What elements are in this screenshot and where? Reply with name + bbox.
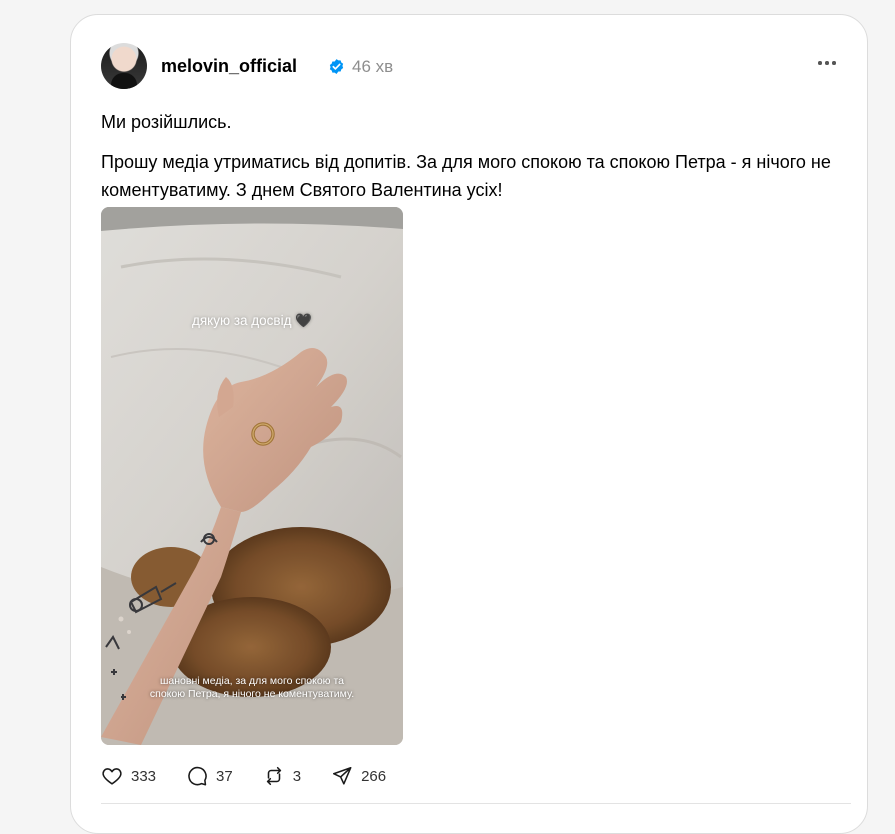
- repost-count: 3: [292, 767, 302, 785]
- photo-illustration: [101, 207, 403, 745]
- username[interactable]: melovin_official: [161, 56, 297, 77]
- post-text-body: Прошу медіа утриматись від допитів. За д…: [101, 152, 831, 200]
- post-header: melovin_official 46 хв: [101, 43, 841, 91]
- like-count: 333: [131, 767, 157, 785]
- image-caption-top: дякую за досвід 🖤: [191, 313, 313, 328]
- verified-badge-icon: [329, 59, 344, 74]
- heart-icon: [102, 768, 122, 785]
- post-card: melovin_official 46 хв Ми розійшлись. Пр…: [70, 14, 868, 834]
- comment-count: 37: [216, 767, 233, 785]
- share-count: 266: [361, 767, 387, 785]
- avatar[interactable]: [101, 43, 147, 89]
- post-image[interactable]: дякую за досвід 🖤 шановні медіа, за для …: [101, 207, 403, 745]
- more-options-icon[interactable]: [813, 53, 841, 73]
- like-button[interactable]: 333: [101, 765, 156, 787]
- image-caption-bottom-text: шановні медіа, за для мого спокою та спо…: [149, 675, 355, 700]
- repost-icon: [266, 766, 281, 786]
- repost-button[interactable]: 3: [263, 765, 301, 787]
- post-timestamp: 46 хв: [352, 57, 394, 76]
- post-text-line1: Ми розійшлись.: [101, 112, 232, 132]
- comment-icon: [188, 766, 207, 786]
- comment-button[interactable]: 37: [186, 765, 233, 787]
- send-icon: [333, 766, 352, 785]
- post-actions: 333 37 3 266: [101, 763, 501, 789]
- image-caption-bottom: шановні медіа, за для мого спокою та спо…: [101, 675, 403, 701]
- divider: [101, 803, 851, 804]
- share-button[interactable]: 266: [331, 765, 386, 787]
